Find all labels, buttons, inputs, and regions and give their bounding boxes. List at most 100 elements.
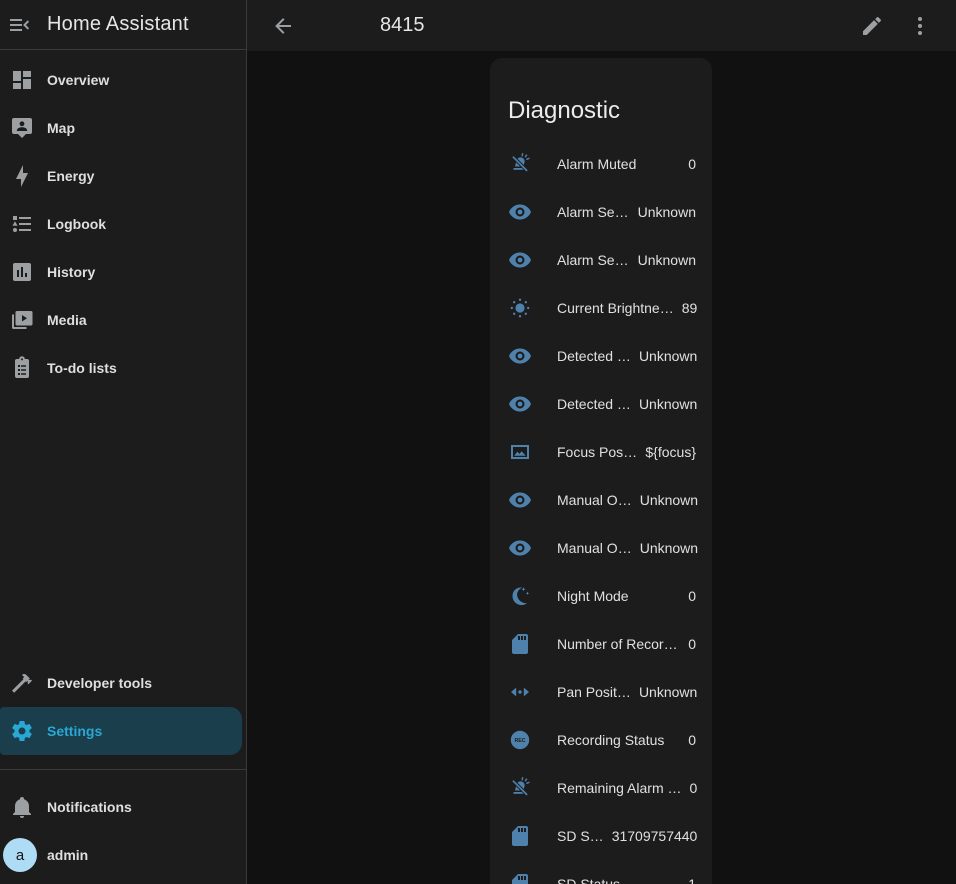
entity-row[interactable]: Manual O… Unknown: [490, 476, 712, 524]
entity-value: Unknown: [639, 348, 697, 364]
entity-value: Unknown: [638, 252, 696, 268]
sidebar-item-label: Media: [47, 312, 87, 328]
menu-toggle-icon[interactable]: [7, 13, 31, 37]
diagnostic-card: Diagnostic Alarm Muted0Alarm Se…UnknownA…: [490, 58, 712, 884]
sidebar-header: Home Assistant: [0, 0, 246, 50]
entity-value: Unknown: [639, 396, 697, 412]
entity-value: 0: [690, 780, 698, 796]
sd-card-icon: [508, 872, 532, 884]
sidebar-nav: Overview Map Energy Logbook History Media To-d…: [0, 50, 246, 392]
sidebar-divider: [0, 769, 246, 770]
entity-value: Unknown: [640, 492, 698, 508]
entity-row[interactable]: Detected … Unknown: [490, 380, 712, 428]
toolbar-actions: [860, 14, 932, 38]
entity-row[interactable]: Alarm Se… Unknown: [490, 236, 712, 284]
entity-value: 89: [682, 300, 698, 316]
sidebar-item-overview[interactable]: Overview: [0, 56, 246, 104]
entity-value: 0: [688, 156, 696, 172]
entity-row[interactable]: SD S… 31709757440: [490, 812, 712, 860]
content: Diagnostic Alarm Muted0Alarm Se…UnknownA…: [247, 51, 956, 884]
entity-label: Number of Recor…: [557, 636, 680, 652]
logbook-icon: [10, 212, 34, 236]
entity-value: 31709757440: [612, 828, 698, 844]
energy-icon: [10, 164, 34, 188]
dots-vertical-icon[interactable]: [908, 14, 932, 38]
sidebar-item-media[interactable]: Media: [0, 296, 246, 344]
sidebar-item-history[interactable]: History: [0, 248, 246, 296]
entity-row[interactable]: Detected … Unknown: [490, 332, 712, 380]
entity-row[interactable]: Pan Posit… Unknown: [490, 668, 712, 716]
brightness-icon: [508, 296, 532, 320]
sidebar-item-label: Overview: [47, 72, 109, 88]
entity-value: 0: [688, 588, 696, 604]
entity-label: Alarm Se…: [557, 252, 630, 268]
map-icon: [10, 116, 34, 140]
entity-label: Night Mode: [557, 588, 680, 604]
entity-value: ${focus}: [645, 444, 696, 460]
entity-row[interactable]: SD Status1: [490, 860, 712, 884]
sidebar-item-label: Settings: [47, 723, 102, 739]
entity-label: Detected …: [557, 348, 631, 364]
eye-icon: [508, 200, 532, 224]
pan-horizontal-icon: [508, 680, 532, 704]
hammer-icon: [10, 671, 34, 695]
entity-row[interactable]: Alarm Se…Unknown: [490, 188, 712, 236]
pencil-icon[interactable]: [860, 14, 884, 38]
sidebar-item-logbook[interactable]: Logbook: [0, 200, 246, 248]
sidebar-item-developer-tools[interactable]: Developer tools: [0, 659, 246, 707]
sidebar-item-user[interactable]: a admin: [0, 831, 246, 879]
entity-label: Current Brightne…: [557, 300, 674, 316]
sidebar-item-label: To-do lists: [47, 360, 117, 376]
entity-value: Unknown: [640, 540, 698, 556]
sidebar-item-label: Map: [47, 120, 75, 136]
sidebar-item-label: Logbook: [47, 216, 106, 232]
eye-icon: [508, 392, 532, 416]
entity-label: Recording Status: [557, 732, 680, 748]
entity-label: Pan Posit…: [557, 684, 631, 700]
entity-label: Alarm Muted: [557, 156, 680, 172]
sd-card-icon: [508, 824, 532, 848]
app-title: Home Assistant: [47, 13, 189, 36]
sidebar: Home Assistant Overview Map Energy Logbook H…: [0, 0, 247, 884]
eye-icon: [508, 536, 532, 560]
entity-row[interactable]: Number of Recor…0: [490, 620, 712, 668]
user-name: admin: [47, 847, 88, 863]
avatar: a: [3, 838, 37, 872]
sidebar-item-label: History: [47, 264, 95, 280]
entity-label: Manual O…: [557, 492, 632, 508]
sidebar-item-label: Developer tools: [47, 675, 152, 691]
sidebar-item-to-do-lists[interactable]: To-do lists: [0, 344, 246, 392]
entity-label: Remaining Alarm …: [557, 780, 682, 796]
sidebar-item-energy[interactable]: Energy: [0, 152, 246, 200]
entity-row[interactable]: Night Mode 0: [490, 572, 712, 620]
entity-row[interactable]: Current Brightne… 89: [490, 284, 712, 332]
main-area: 8415 Diagnostic Alarm Muted0Alarm Se…Unk…: [247, 0, 956, 884]
entity-label: SD S…: [557, 828, 604, 844]
entity-row[interactable]: RECRecording Status0: [490, 716, 712, 764]
night-mode-icon: [508, 584, 532, 608]
entity-row[interactable]: Remaining Alarm … 0: [490, 764, 712, 812]
entity-value: 1: [688, 876, 696, 884]
sidebar-item-settings[interactable]: Settings: [0, 707, 242, 755]
entity-label: Alarm Se…: [557, 204, 630, 220]
entity-row[interactable]: Alarm Muted 0: [490, 140, 712, 188]
entity-value: Unknown: [639, 684, 697, 700]
dashboard-icon: [10, 68, 34, 92]
media-icon: [10, 308, 34, 332]
entity-list: Alarm Muted 0 Alarm Se… Unknown Alarm Se… Unk…: [490, 140, 712, 884]
sidebar-item-label: Notifications: [47, 799, 132, 815]
sidebar-bottom-nav: Developer tools Settings: [0, 659, 246, 755]
eye-icon: [508, 344, 532, 368]
entity-row[interactable]: Focus Pos… ${focus}: [490, 428, 712, 476]
sidebar-item-map[interactable]: Map: [0, 104, 246, 152]
entity-label: Detected …: [557, 396, 631, 412]
card-title: Diagnostic: [490, 96, 712, 126]
sidebar-item-label: Energy: [47, 168, 94, 184]
entity-label: Focus Pos…: [557, 444, 637, 460]
entity-row[interactable]: Manual O…Unknown: [490, 524, 712, 572]
gear-icon: [10, 719, 34, 743]
eye-icon: [508, 248, 532, 272]
back-icon[interactable]: [271, 14, 295, 38]
sidebar-item-notifications[interactable]: Notifications: [0, 783, 246, 831]
bell-icon: [10, 795, 34, 819]
